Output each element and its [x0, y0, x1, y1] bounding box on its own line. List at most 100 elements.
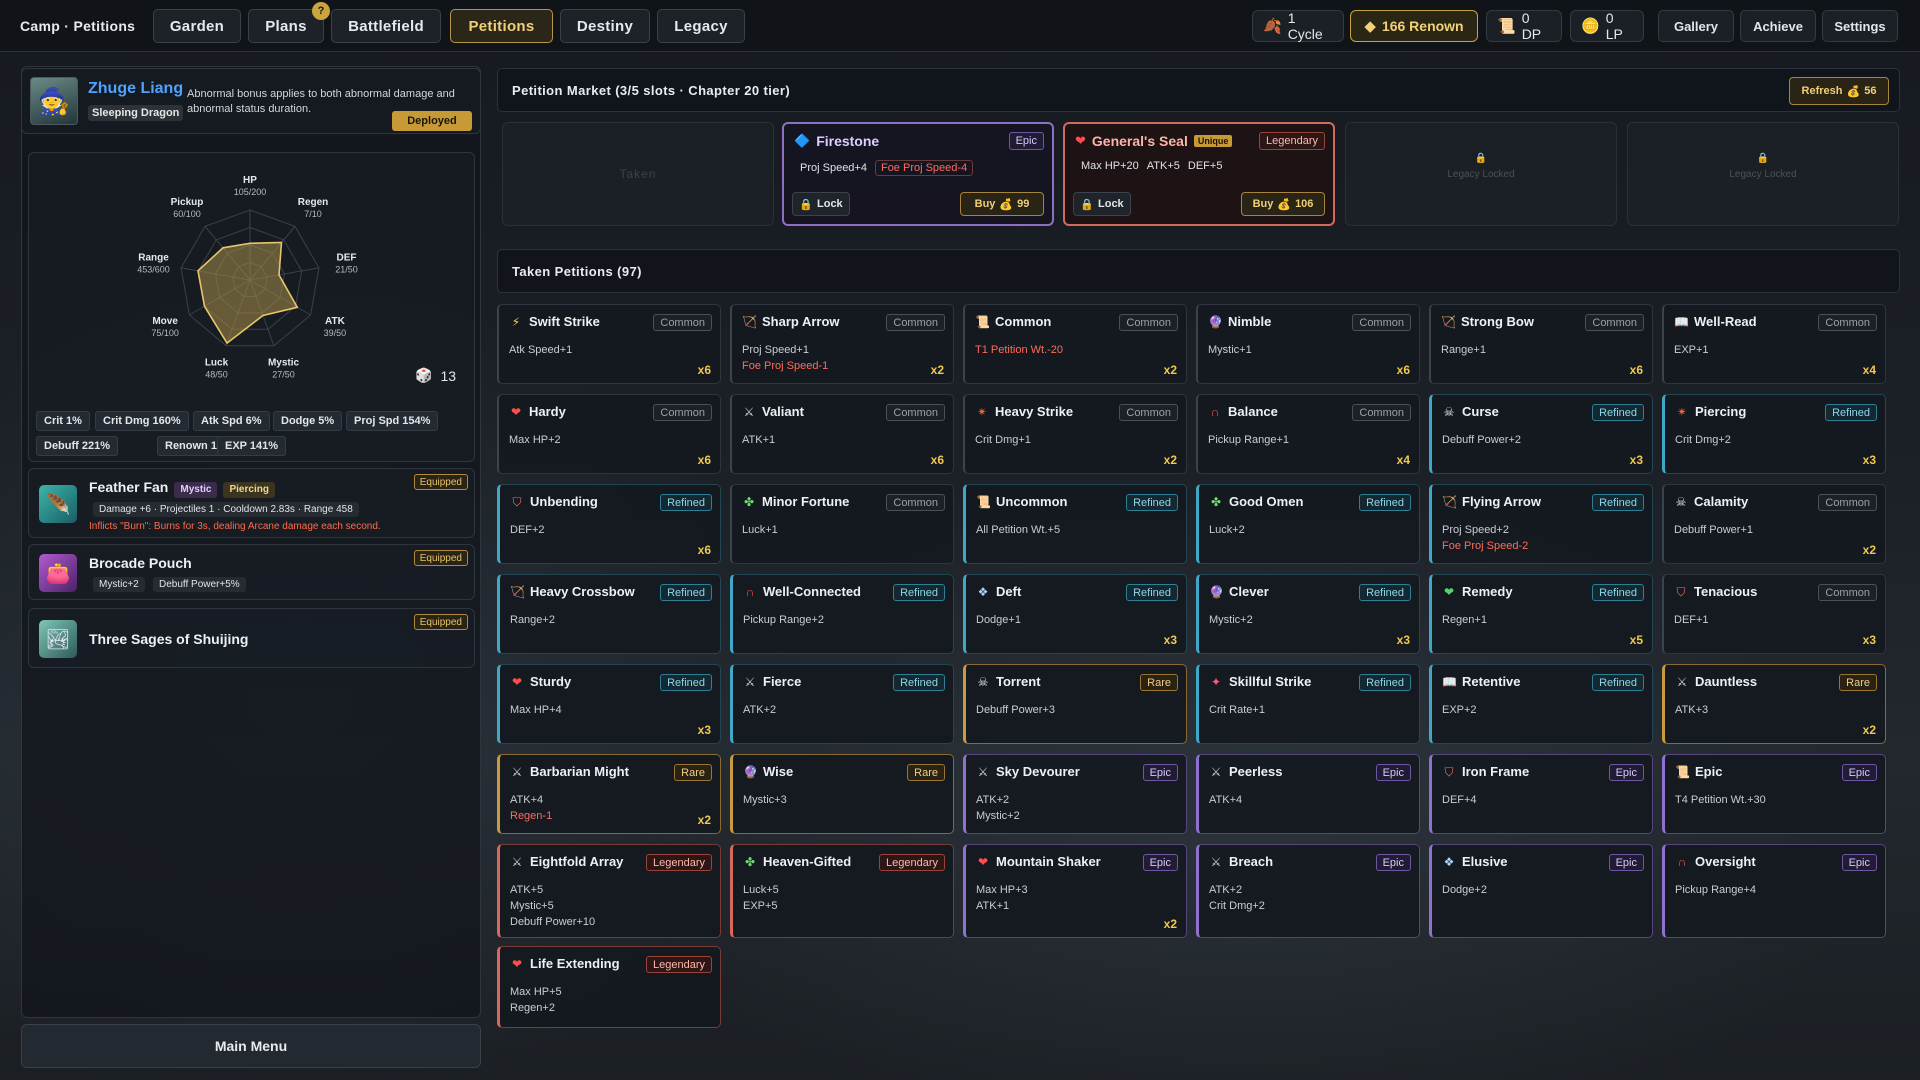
- petition-card[interactable]: ⚔ Breach Epic ATK+2 Crit Dmg+2: [1196, 844, 1420, 938]
- petition-name: Unbending: [530, 494, 598, 509]
- petition-card[interactable]: ❤ Mountain Shaker Epic Max HP+3 ATK+1 x2: [963, 844, 1187, 938]
- petition-card[interactable]: 📖 Well-Read Common EXP+1 x4: [1662, 304, 1886, 384]
- petition-stats: Pickup Range+2: [743, 612, 824, 628]
- petition-card[interactable]: ☠ Curse Refined Debuff Power+2 x3: [1429, 394, 1653, 474]
- gallery-button[interactable]: Gallery: [1658, 10, 1734, 42]
- item-stat-debuff: Debuff Power+5%: [153, 577, 246, 592]
- petition-card[interactable]: 🔮 Clever Refined Mystic+2 x3: [1196, 574, 1420, 654]
- skull-icon: ☠: [1443, 405, 1455, 419]
- market-title: Petition Market (3/5 slots · Chapter 20 …: [512, 83, 791, 98]
- achieve-button[interactable]: Achieve: [1740, 10, 1816, 42]
- burst-icon: ✴: [976, 405, 988, 419]
- petition-card[interactable]: ∩ Oversight Epic Pickup Range+4: [1662, 844, 1886, 938]
- tab-petitions[interactable]: Petitions: [450, 9, 553, 43]
- rarity-badge: Common: [886, 494, 945, 511]
- petition-card[interactable]: ✤ Minor Fortune Common Luck+1: [730, 484, 954, 564]
- petition-card[interactable]: ⚡ Swift Strike Common Atk Speed+1 x6: [497, 304, 721, 384]
- petition-card[interactable]: ⚔ Peerless Epic ATK+4: [1196, 754, 1420, 834]
- petition-stats: Max HP+5 Regen+2: [510, 984, 562, 1016]
- lock-button[interactable]: 🔒 Lock: [1073, 192, 1131, 216]
- petition-stat: ATK+1: [742, 434, 776, 446]
- petition-card[interactable]: ☠ Torrent Rare Debuff Power+3: [963, 664, 1187, 744]
- petition-card[interactable]: ⚔ Valiant Common ATK+1 x6: [730, 394, 954, 474]
- petition-stats: Crit Dmg+1: [975, 432, 1031, 448]
- petition-card[interactable]: 🏹 Strong Bow Common Range+1 x6: [1429, 304, 1653, 384]
- scroll-icon: 📜: [1497, 18, 1516, 35]
- main-menu-button[interactable]: Main Menu: [21, 1024, 481, 1068]
- petition-card[interactable]: ⛉ Tenacious Common DEF+1 x3: [1662, 574, 1886, 654]
- petition-card[interactable]: ⚔ Eightfold Array Legendary ATK+5 Mystic+5 De…: [497, 844, 721, 938]
- petition-stat: Max HP+4: [510, 704, 562, 716]
- petition-card[interactable]: ∩ Balance Common Pickup Range+1 x4: [1196, 394, 1420, 474]
- offer-title: ❤ General's Seal Unique: [1075, 133, 1233, 149]
- petition-stats: ATK+2 Crit Dmg+2: [1209, 882, 1265, 914]
- petition-card[interactable]: 📖 Retentive Refined EXP+2: [1429, 664, 1653, 744]
- petition-card[interactable]: ⚔ Dauntless Rare ATK+3 x2: [1662, 664, 1886, 744]
- petition-card[interactable]: 🏹 Flying Arrow Refined Proj Speed+2 Foe Proj…: [1429, 484, 1653, 564]
- buy-button[interactable]: Buy 💰 99: [960, 192, 1044, 216]
- market-offer-firestone[interactable]: 🔷 Firestone Epic Proj Speed+4 Foe Proj S…: [782, 122, 1054, 226]
- petition-card[interactable]: 🏹 Heavy Crossbow Refined Range+2: [497, 574, 721, 654]
- tab-garden[interactable]: Garden: [153, 9, 241, 43]
- petition-card[interactable]: ❖ Deft Refined Dodge+1 x3: [963, 574, 1187, 654]
- rarity-badge: Common: [886, 404, 945, 421]
- hero-card[interactable]: 🧙 Zhuge Liang Sleeping Dragon Abnormal b…: [21, 68, 481, 134]
- petition-card[interactable]: 🔮 Wise Rare Mystic+3: [730, 754, 954, 834]
- petition-name: Well-Read: [1694, 314, 1757, 329]
- petition-card[interactable]: ✴ Heavy Strike Common Crit Dmg+1 x2: [963, 394, 1187, 474]
- petition-card[interactable]: 📜 Uncommon Refined All Petition Wt.+5: [963, 484, 1187, 564]
- petition-name: Elusive: [1462, 854, 1508, 869]
- petition-card[interactable]: ⚔ Sky Devourer Epic ATK+2 Mystic+2: [963, 754, 1187, 834]
- petition-card[interactable]: 📜 Epic Epic T4 Petition Wt.+30: [1662, 754, 1886, 834]
- petition-card[interactable]: ☠ Calamity Common Debuff Power+1 x2: [1662, 484, 1886, 564]
- rarity-badge: Refined: [893, 674, 945, 691]
- petition-card[interactable]: ⚔ Fierce Refined ATK+2: [730, 664, 954, 744]
- petition-card[interactable]: 🏹 Sharp Arrow Common Proj Speed+1 Foe Proj S…: [730, 304, 954, 384]
- petition-card[interactable]: ∩ Well-Connected Refined Pickup Range+2: [730, 574, 954, 654]
- wing-icon: ❖: [977, 585, 989, 599]
- deployed-badge: Deployed: [392, 111, 472, 131]
- stat-chip-crit-dmg: Crit Dmg 160%: [95, 411, 189, 431]
- petition-card[interactable]: 📜 Common Common T1 Petition Wt.-20 x2: [963, 304, 1187, 384]
- lp-value: 0 LP: [1605, 10, 1623, 42]
- petition-stats: ATK+2: [743, 702, 776, 718]
- rarity-badge: Rare: [907, 764, 945, 781]
- petition-card[interactable]: ⛉ Iron Frame Epic DEF+4: [1429, 754, 1653, 834]
- tab-battlefield[interactable]: Battlefield: [331, 9, 441, 43]
- petition-card[interactable]: ✤ Heaven-Gifted Legendary Luck+5 EXP+5: [730, 844, 954, 938]
- tab-legacy[interactable]: Legacy: [657, 9, 745, 43]
- item-stat-mystic: Mystic+2: [93, 577, 145, 592]
- petition-stat: DEF+2: [510, 524, 545, 536]
- item-brocade-pouch[interactable]: 👛 Brocade Pouch Equipped Mystic+2 Debuff…: [28, 544, 475, 600]
- petition-card[interactable]: ⛉ Unbending Refined DEF+2 x6: [497, 484, 721, 564]
- item-feather-fan[interactable]: 🪶 Feather Fan Mystic Piercing Equipped Dam…: [28, 468, 475, 538]
- petition-card[interactable]: ✴ Piercing Refined Crit Dmg+2 x3: [1662, 394, 1886, 474]
- stack-count: x2: [1862, 543, 1876, 557]
- stack-count: x6: [697, 543, 711, 557]
- refresh-button[interactable]: Refresh 💰 56: [1789, 77, 1889, 105]
- skull-icon: ☠: [1675, 495, 1687, 509]
- petition-card[interactable]: ✦ Skillful Strike Refined Crit Rate+1: [1196, 664, 1420, 744]
- market-offer-generals-seal[interactable]: ❤ General's Seal Unique Legendary Max HP…: [1063, 122, 1335, 226]
- petition-card[interactable]: ✤ Good Omen Refined Luck+2: [1196, 484, 1420, 564]
- item-three-sages[interactable]: 🏞 Three Sages of Shuijing Equipped: [28, 608, 475, 668]
- tab-destiny[interactable]: Destiny: [560, 9, 650, 43]
- clover-icon: ✤: [743, 495, 755, 509]
- buy-button[interactable]: Buy 💰 106: [1241, 192, 1325, 216]
- heart-icon: ❤: [511, 675, 523, 689]
- lock-button[interactable]: 🔒 Lock: [792, 192, 850, 216]
- petition-stats: DEF+1: [1674, 612, 1709, 628]
- petition-card[interactable]: ❤ Life Extending Legendary Max HP+5 Regen+2: [497, 946, 721, 1028]
- petition-card[interactable]: ❖ Elusive Epic Dodge+2: [1429, 844, 1653, 938]
- settings-button[interactable]: Settings: [1822, 10, 1898, 42]
- rarity-badge: Refined: [1825, 404, 1877, 421]
- petition-card[interactable]: ❤ Remedy Refined Regen+1 x5: [1429, 574, 1653, 654]
- petition-stats: Proj Speed+1 Foe Proj Speed-1: [742, 342, 828, 374]
- petition-stat: Luck+5: [743, 884, 779, 896]
- petition-card[interactable]: ❤ Sturdy Refined Max HP+4 x3: [497, 664, 721, 744]
- petition-stats: Debuff Power+1: [1674, 522, 1753, 538]
- dp-value: 0 DP: [1521, 10, 1542, 42]
- petition-card[interactable]: ⚔ Barbarian Might Rare ATK+4 Regen-1 x2: [497, 754, 721, 834]
- petition-card[interactable]: 🔮 Nimble Common Mystic+1 x6: [1196, 304, 1420, 384]
- petition-card[interactable]: ❤ Hardy Common Max HP+2 x6: [497, 394, 721, 474]
